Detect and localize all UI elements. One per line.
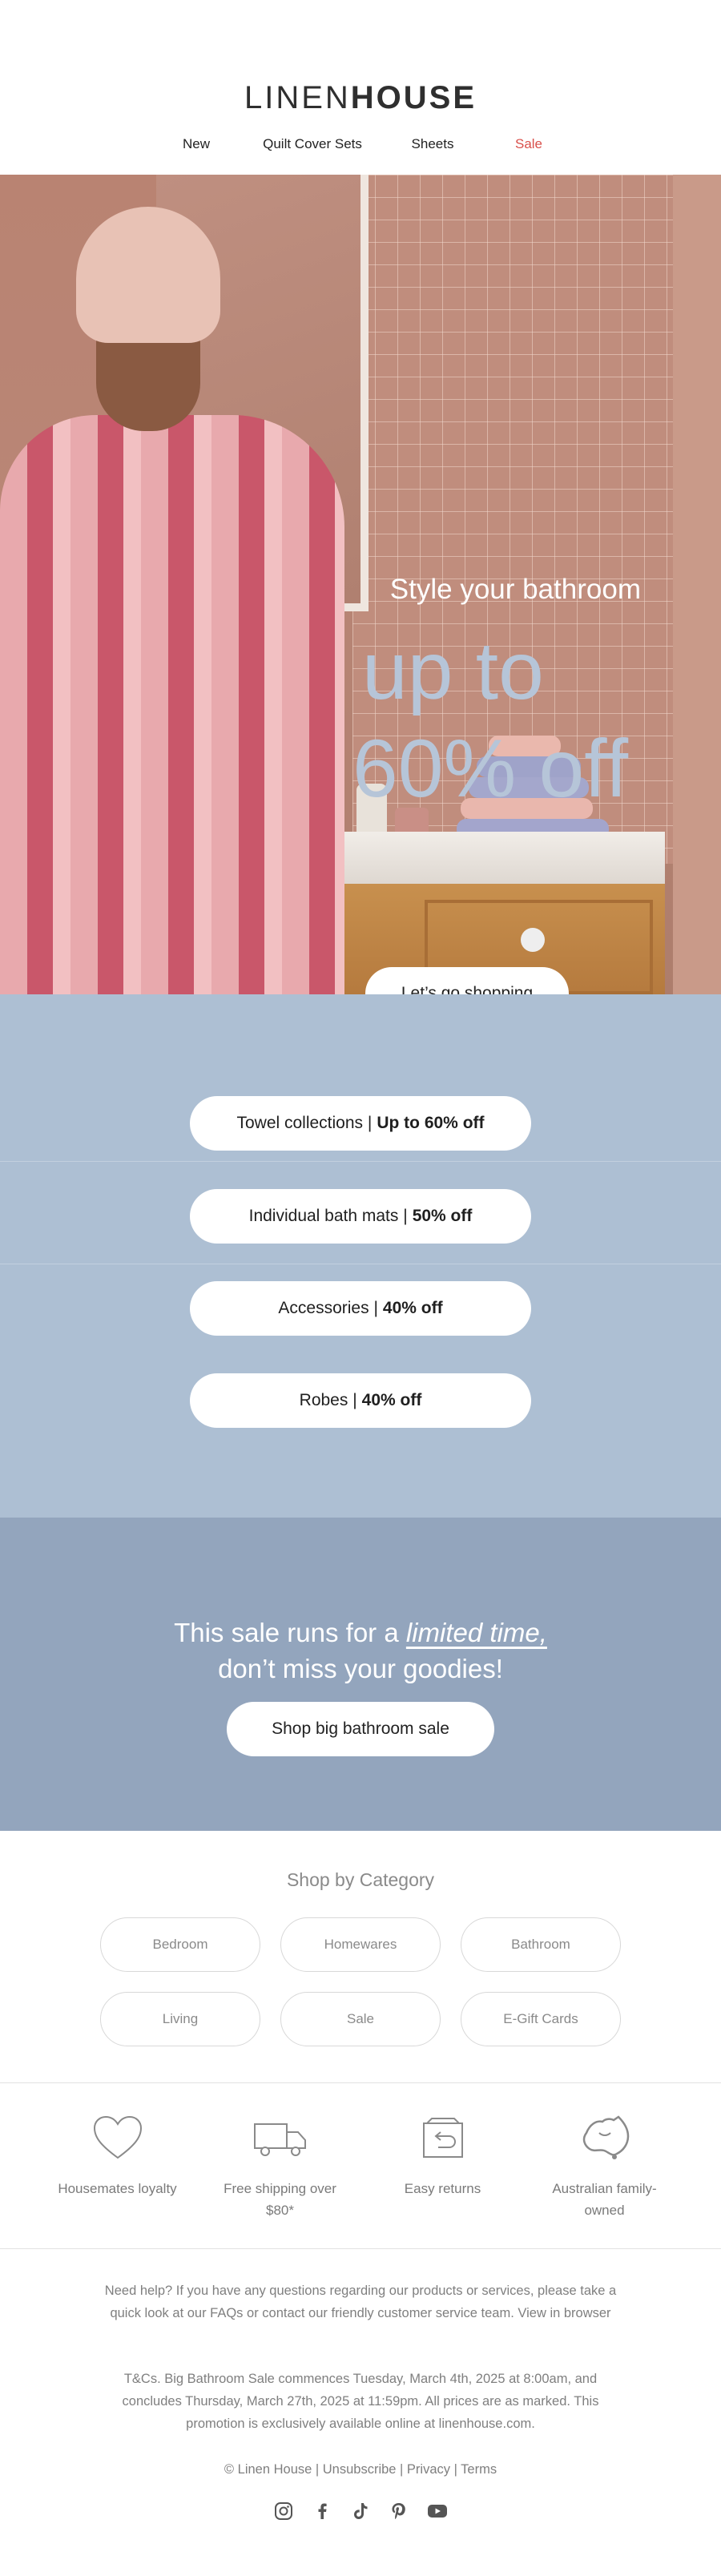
offer-name: Individual bath mats | [248,1207,408,1225]
striped-robe [0,415,344,994]
nav-item-quilt-cover-sets[interactable]: Quilt Cover Sets [244,136,381,152]
shop-by-category-section: Shop by Category Bedroom Homewares Bathr… [0,1831,721,2083]
top-nav: New Quilt Cover Sets Sheets Sale [0,136,721,152]
feature-label: Australian family-owned [552,2181,657,2219]
lets-go-shopping-button[interactable]: Let’s go shopping [365,967,569,994]
instagram-icon[interactable] [273,2501,294,2522]
offer-discount: 40% off [361,1391,422,1409]
youtube-icon[interactable] [427,2501,448,2522]
offer-discount: 40% off [382,1299,443,1317]
offer-bath-mats-button[interactable]: Individual bath mats | 50% off [190,1189,531,1244]
feature-label: Easy returns [404,2181,481,2196]
feature-free-shipping[interactable]: Free shipping over $80* [190,2114,370,2221]
nav-item-sale[interactable]: Sale [485,136,573,152]
help-text[interactable]: Need help? If you have any questions reg… [96,2280,625,2324]
feature-easy-returns[interactable]: Easy returns [352,2114,533,2199]
shop-big-bathroom-sale-button[interactable]: Shop big bathroom sale [227,1702,494,1756]
tiktok-icon[interactable] [350,2501,371,2522]
feature-label: Housemates loyalty [58,2181,177,2196]
nav-item-sheets[interactable]: Sheets [381,136,485,152]
offers-section: Towel collections | Up to 60% off Individ… [0,994,721,1518]
offer-robes-button[interactable]: Robes | 40% off [190,1373,531,1428]
category-heading: Shop by Category [286,1869,435,1890]
bathroom-counter [328,832,665,888]
offer-discount: Up to 60% off [377,1114,485,1132]
offer-accessories-button[interactable]: Accessories | 40% off [190,1281,531,1336]
pinterest-icon[interactable] [389,2501,409,2522]
hero-headline-line2: 60% off [352,723,629,814]
wall-edge [673,175,721,994]
legal-links[interactable]: © Linen House | Unsubscribe | Privacy | … [0,2462,721,2477]
offer-discount: 50% off [412,1207,473,1225]
category-living[interactable]: Living [100,1992,260,2046]
offer-name: Accessories | [278,1299,378,1317]
category-e-gift-cards[interactable]: E-Gift Cards [461,1992,621,2046]
truck-icon [190,2114,370,2162]
terms-text: T&Cs. Big Bathroom Sale commences Tuesda… [122,2372,599,2432]
email-footer: Need help? If you have any questions reg… [0,2249,721,2576]
feature-australian-owned[interactable]: Australian family-owned [514,2114,695,2221]
feature-loyalty[interactable]: Housemates loyalty [27,2114,207,2199]
logo-bold-text: HOUSE [350,80,477,115]
offer-divider [0,1161,721,1162]
features-section: Housemates loyalty Free shipping over $8… [0,2083,721,2249]
nav-item-new[interactable]: New [148,136,244,152]
limited-prefix: This sale runs for a [174,1618,399,1647]
category-bedroom[interactable]: Bedroom [100,1917,260,1972]
hero-subtitle: Style your bathroom [389,574,641,605]
category-bathroom[interactable]: Bathroom [461,1917,621,1972]
offer-towel-collections-button[interactable]: Towel collections | Up to 60% off [190,1096,531,1151]
feature-label: Free shipping over $80* [224,2181,336,2219]
limited-time-line1: This sale runs for a limited time, [0,1618,721,1648]
limited-time-section: This sale runs for a limited time, don’t… [0,1518,721,1831]
category-homewares[interactable]: Homewares [280,1917,441,1972]
hero-headline-line1: up to [362,625,544,716]
head-towel [76,207,220,343]
cabinet-knob [521,928,545,952]
facebook-icon[interactable] [312,2501,332,2522]
logo-light-text: LINEN [244,80,351,115]
email-header: LINENHOUSE New Quilt Cover Sets Sheets S… [0,0,721,175]
australia-icon [514,2114,695,2162]
offer-name: Towel collections | [236,1114,373,1132]
limited-emphasis: limited time, [405,1618,547,1647]
model-in-robe [0,175,352,994]
offer-name: Robes | [299,1391,357,1409]
social-links [0,2501,721,2522]
return-box-icon [352,2114,533,2162]
heart-icon [27,2114,207,2162]
category-sale[interactable]: Sale [280,1992,441,2046]
limited-time-line2: don’t miss your goodies! [218,1654,503,1683]
hero-banner[interactable]: Style your bathroom up to 60% off Let’s … [0,175,721,994]
linen-house-logo[interactable]: LINENHOUSE [0,80,721,116]
